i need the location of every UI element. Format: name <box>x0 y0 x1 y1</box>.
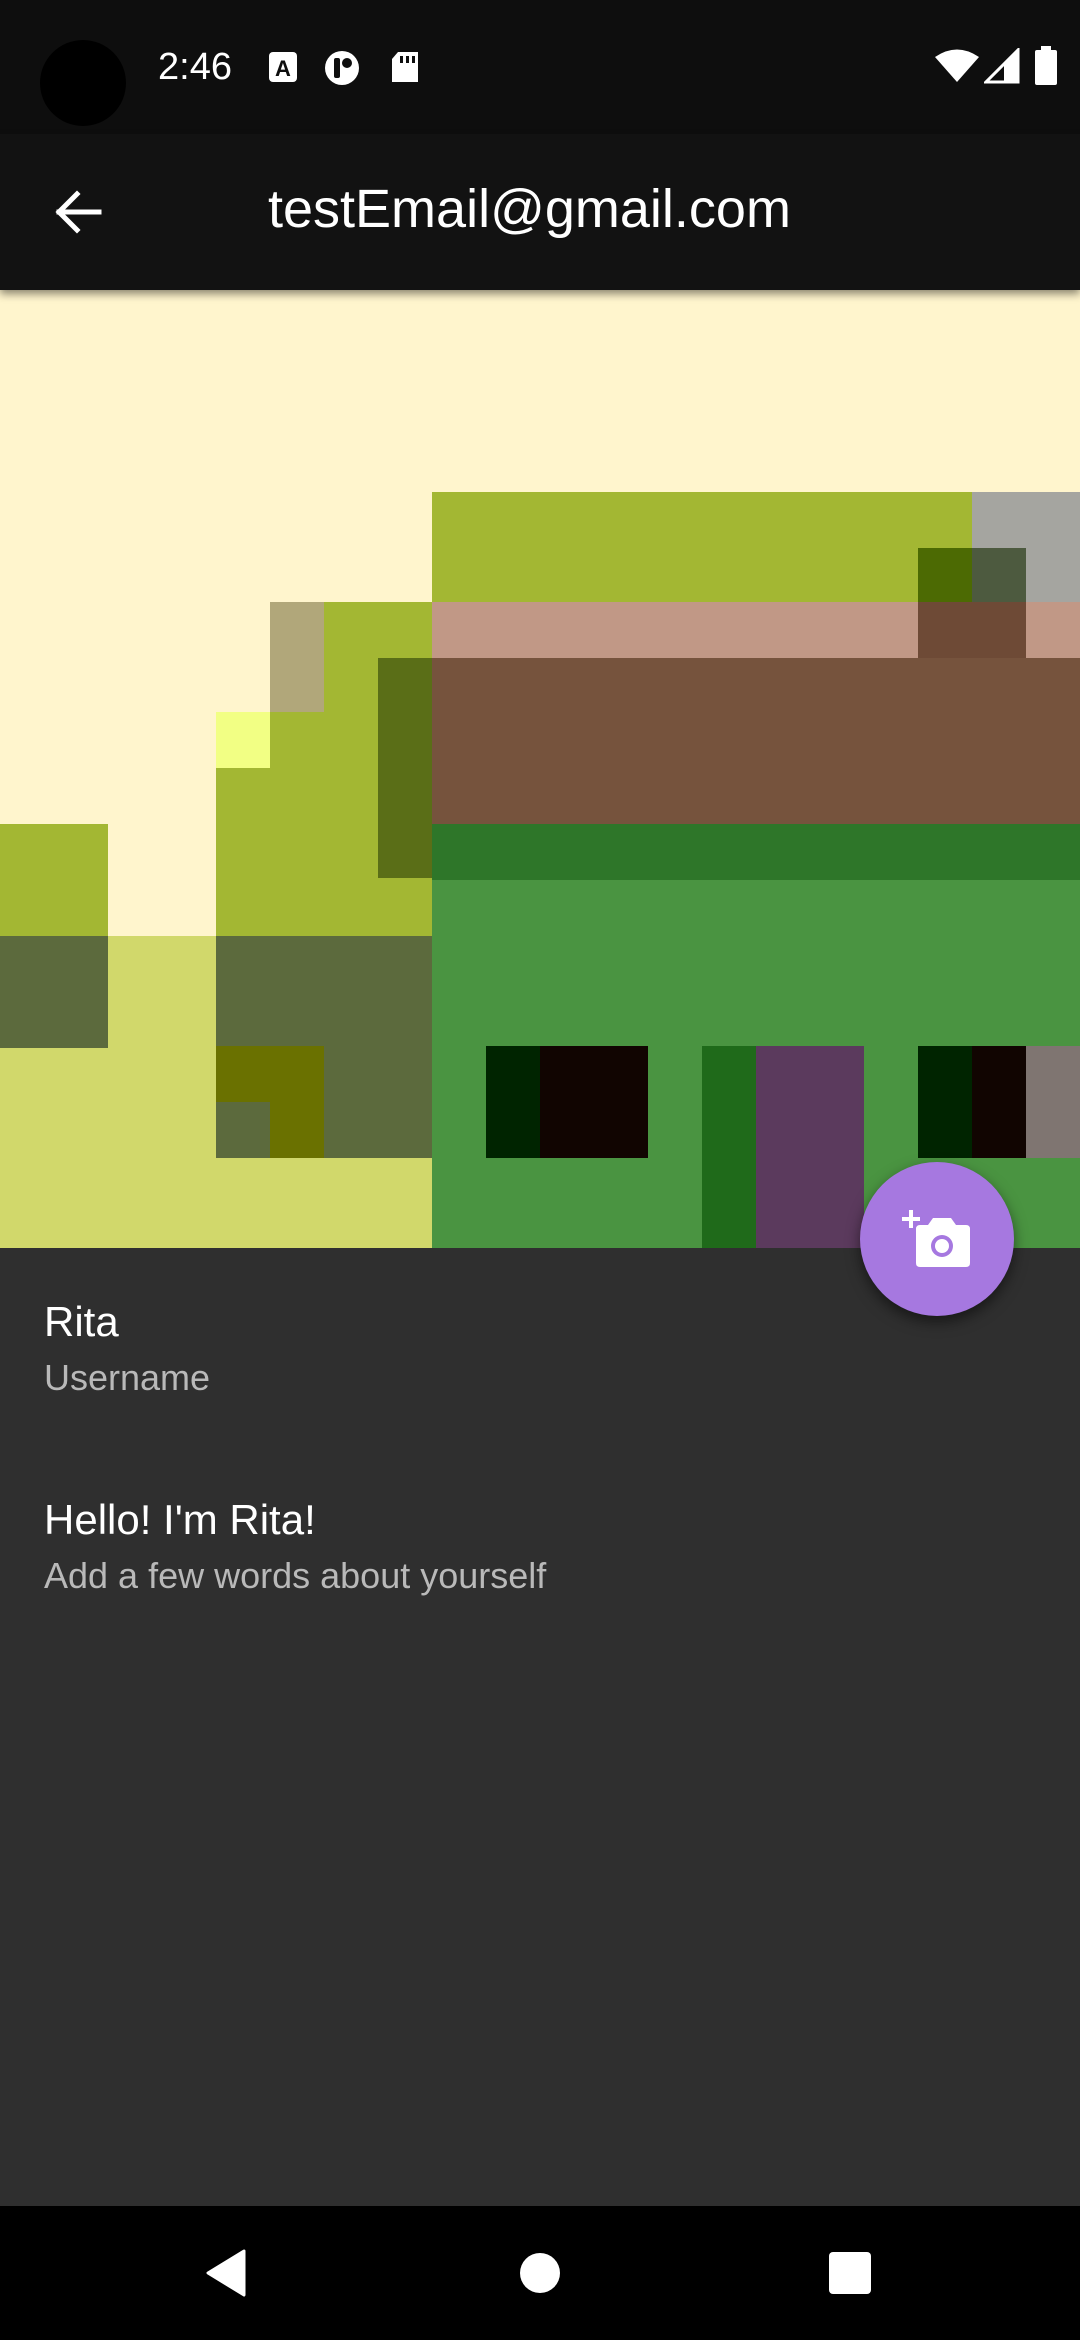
change-photo-button[interactable] <box>860 1162 1014 1316</box>
bio-field[interactable]: Hello! I'm Rita! Add a few words about y… <box>44 1494 546 1600</box>
back-button[interactable] <box>38 172 118 252</box>
svg-text:A: A <box>275 56 291 81</box>
bio-label: Add a few words about yourself <box>44 1555 547 1596</box>
navigation-bar <box>0 2206 1080 2340</box>
wifi-icon <box>934 48 980 89</box>
nav-back-triangle-icon <box>206 2249 246 2297</box>
tie-notification-icon <box>322 50 362 91</box>
arrow-back-icon <box>55 190 102 234</box>
app-bar: testEmail@gmail.com <box>0 134 1080 290</box>
username-field[interactable]: Rita Username <box>44 1296 210 1402</box>
nav-home-button[interactable] <box>490 2226 590 2320</box>
battery-icon <box>1034 46 1058 91</box>
username-value: Rita <box>44 1298 119 1345</box>
nav-recents-button[interactable] <box>800 2226 900 2320</box>
nav-back-button[interactable] <box>176 2226 276 2320</box>
status-bar: 2:46 A <box>0 0 1080 134</box>
cover-image <box>0 290 1080 1248</box>
cellular-signal-icon <box>982 46 1020 89</box>
nav-home-circle-icon <box>520 2253 560 2293</box>
username-label: Username <box>44 1357 211 1398</box>
bio-value: Hello! I'm Rita! <box>44 1496 316 1543</box>
page-title: testEmail@gmail.com <box>268 179 791 239</box>
status-time: 2:46 <box>158 46 232 88</box>
nav-recents-square-icon <box>829 2252 871 2294</box>
add-photo-camera-icon <box>902 1210 970 1267</box>
camera-cutout <box>40 40 126 126</box>
a-notification-icon: A <box>268 50 298 89</box>
sd-card-icon <box>390 50 420 89</box>
